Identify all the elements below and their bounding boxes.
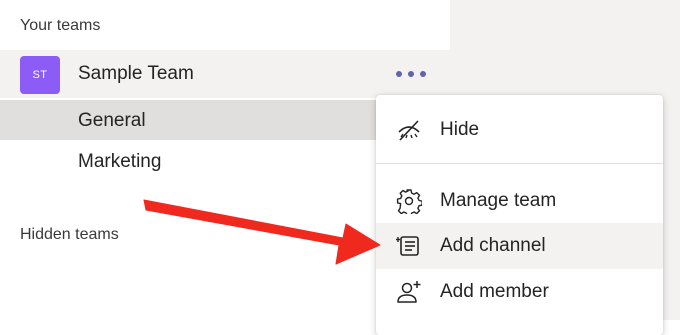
gear-icon [396,189,422,214]
menu-item-label: Add channel [440,235,546,256]
menu-item-hide[interactable]: Hide [376,107,663,153]
your-teams-header: Your teams [20,17,101,34]
menu-item-label: Manage team [440,190,557,211]
menu-item-label: Add member [440,281,549,302]
menu-item-add-member[interactable]: Add member [376,269,663,315]
channel-list-icon [396,236,419,256]
eye-slash-icon [398,120,420,141]
add-person-icon [397,281,421,303]
menu-item-label: Hide [440,119,480,140]
team-name: Sample Team [78,63,194,84]
menu-divider [376,163,663,164]
channel-label: General [78,110,146,131]
channel-label: Marketing [78,151,162,172]
menu-item-manage-team[interactable]: Manage team [376,178,663,224]
team-row-sample-team[interactable]: ST Sample Team [0,50,450,98]
team-context-menu: Hide Manage team Add channel Add member [376,95,663,335]
hidden-teams-header[interactable]: Hidden teams [20,226,119,244]
more-options-icon[interactable] [396,64,426,84]
menu-item-add-channel[interactable]: Add channel [376,223,663,269]
team-avatar: ST [20,56,60,94]
